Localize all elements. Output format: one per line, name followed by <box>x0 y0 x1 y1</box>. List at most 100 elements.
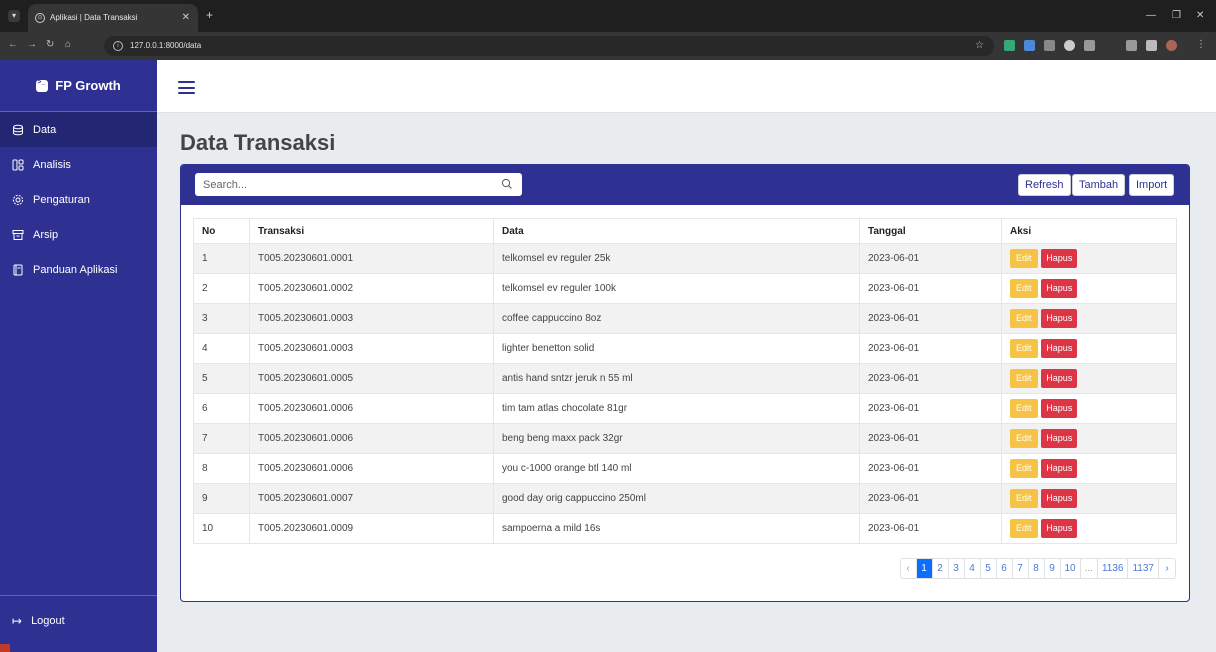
terminal-icon <box>36 79 49 92</box>
extension-icon[interactable] <box>1064 40 1075 51</box>
hapus-button[interactable]: Hapus <box>1041 339 1078 358</box>
hamburger-menu-icon[interactable] <box>178 81 195 94</box>
edit-button[interactable]: Edit <box>1010 339 1038 358</box>
page-link[interactable]: 1137 <box>1128 559 1159 578</box>
page-link[interactable]: 3 <box>949 559 965 578</box>
sidebar: FP Growth Data Analisis Pengaturan Arsip… <box>0 60 157 652</box>
edit-button[interactable]: Edit <box>1010 369 1038 388</box>
tab-close-icon[interactable]: ✕ <box>182 4 190 32</box>
page-prev-button: ‹ <box>901 559 917 578</box>
edit-button[interactable]: Edit <box>1010 399 1038 418</box>
cell-aksi: Edit Hapus <box>1001 483 1177 514</box>
cell-tanggal: 2023-06-01 <box>859 273 1002 304</box>
browser-tab-bar: ▾ ⊙ Aplikasi | Data Transaksi ✕ + — ❐ ✕ <box>0 0 1216 32</box>
brand-label: FP Growth <box>55 78 121 93</box>
minimize-icon[interactable]: — <box>1146 10 1156 21</box>
hapus-button[interactable]: Hapus <box>1041 279 1078 298</box>
tab-search-icon[interactable]: ▾ <box>8 10 20 22</box>
cell-data: you c-1000 orange btl 140 ml <box>493 453 860 484</box>
logout-label: Logout <box>31 614 65 627</box>
edit-button[interactable]: Edit <box>1010 429 1038 448</box>
site-info-icon[interactable]: i <box>113 41 123 51</box>
cell-data: tim tam atlas chocolate 81gr <box>493 393 860 424</box>
browser-menu-icon[interactable]: ⋮ <box>1196 39 1206 51</box>
sidebar-item-data[interactable]: Data <box>0 112 157 147</box>
cell-transaksi: T005.20230601.0006 <box>249 423 494 454</box>
bookmark-star-icon[interactable]: ☆ <box>975 36 984 56</box>
refresh-button[interactable]: Refresh <box>1018 174 1071 196</box>
profile-avatar[interactable] <box>1166 40 1177 51</box>
grid-icon <box>12 159 24 170</box>
edit-button[interactable]: Edit <box>1010 519 1038 538</box>
hapus-button[interactable]: Hapus <box>1041 429 1078 448</box>
restore-icon[interactable]: ❐ <box>1172 10 1181 21</box>
table-row: 8 T005.20230601.0006 you c-1000 orange btl… <box>193 453 1177 484</box>
back-icon[interactable]: ← <box>8 39 18 51</box>
extension-icon[interactable] <box>1004 40 1015 51</box>
favicon-icon: ⊙ <box>35 13 45 23</box>
page-link[interactable]: 8 <box>1029 559 1045 578</box>
cell-tanggal: 2023-06-01 <box>859 243 1002 274</box>
sidebar-item-panduan[interactable]: Panduan Aplikasi <box>0 252 157 287</box>
page-link[interactable]: 7 <box>1013 559 1029 578</box>
window-close-icon[interactable]: ✕ <box>1196 10 1204 21</box>
brand[interactable]: FP Growth <box>0 60 157 112</box>
extensions-puzzle-icon[interactable] <box>1084 40 1095 51</box>
edit-button[interactable]: Edit <box>1010 459 1038 478</box>
sidebar-item-label: Pengaturan <box>33 193 90 206</box>
cell-transaksi: T005.20230601.0003 <box>249 333 494 364</box>
extension-icon[interactable] <box>1044 40 1055 51</box>
page-ellipsis: ... <box>1081 559 1098 578</box>
cell-no: 5 <box>193 363 250 394</box>
cell-tanggal: 2023-06-01 <box>859 363 1002 394</box>
page-link[interactable]: 9 <box>1045 559 1061 578</box>
cell-aksi: Edit Hapus <box>1001 513 1177 544</box>
table-row: 10 T005.20230601.0009 sampoerna a mild 16s… <box>193 513 1177 544</box>
hapus-button[interactable]: Hapus <box>1041 309 1078 328</box>
logout-icon: ↦ <box>12 613 23 628</box>
page-link[interactable]: 2 <box>933 559 949 578</box>
database-icon <box>13 124 23 135</box>
search-input[interactable] <box>195 173 522 196</box>
page-link[interactable]: 1 <box>916 559 933 578</box>
new-tab-icon[interactable]: + <box>206 9 213 21</box>
page-link[interactable]: 6 <box>997 559 1013 578</box>
page-next-button[interactable]: › <box>1159 559 1175 578</box>
browser-tab[interactable]: ⊙ Aplikasi | Data Transaksi ✕ <box>28 4 198 32</box>
page-link[interactable]: 10 <box>1061 559 1081 578</box>
hapus-button[interactable]: Hapus <box>1041 519 1078 538</box>
edit-button[interactable]: Edit <box>1010 249 1038 268</box>
hapus-button[interactable]: Hapus <box>1041 459 1078 478</box>
logout-button[interactable]: ↦ Logout <box>0 595 157 645</box>
hapus-button[interactable]: Hapus <box>1041 399 1078 418</box>
sidebar-item-arsip[interactable]: Arsip <box>0 217 157 252</box>
data-card: Refresh Tambah Import No Transaksi Data … <box>180 164 1190 602</box>
import-button[interactable]: Import <box>1129 174 1175 196</box>
reload-icon[interactable]: ↻ <box>46 39 54 51</box>
hapus-button[interactable]: Hapus <box>1041 489 1078 508</box>
cell-aksi: Edit Hapus <box>1001 393 1177 424</box>
column-header: Aksi <box>1001 218 1177 244</box>
edit-button[interactable]: Edit <box>1010 279 1038 298</box>
address-bar[interactable]: i 127.0.0.1:8000/data ☆ <box>104 36 994 56</box>
forward-icon[interactable]: → <box>27 39 37 51</box>
home-icon[interactable]: ⌂ <box>65 39 71 51</box>
search-icon[interactable] <box>501 178 513 190</box>
cell-no: 6 <box>193 393 250 424</box>
page-link[interactable]: 5 <box>981 559 997 578</box>
edit-button[interactable]: Edit <box>1010 489 1038 508</box>
page-link[interactable]: 4 <box>965 559 981 578</box>
page-link[interactable]: 1136 <box>1098 559 1129 578</box>
cell-data: lighter benetton solid <box>493 333 860 364</box>
side-panel-icon[interactable] <box>1146 40 1157 51</box>
hapus-button[interactable]: Hapus <box>1041 249 1078 268</box>
reading-list-icon[interactable] <box>1126 40 1137 51</box>
sidebar-item-analisis[interactable]: Analisis <box>0 147 157 182</box>
sidebar-item-label: Data <box>33 123 57 136</box>
edit-button[interactable]: Edit <box>1010 309 1038 328</box>
app-corner-icon <box>0 644 10 652</box>
sidebar-item-pengaturan[interactable]: Pengaturan <box>0 182 157 217</box>
tambah-button[interactable]: Tambah <box>1072 174 1126 196</box>
extension-icon[interactable] <box>1024 40 1035 51</box>
hapus-button[interactable]: Hapus <box>1041 369 1078 388</box>
